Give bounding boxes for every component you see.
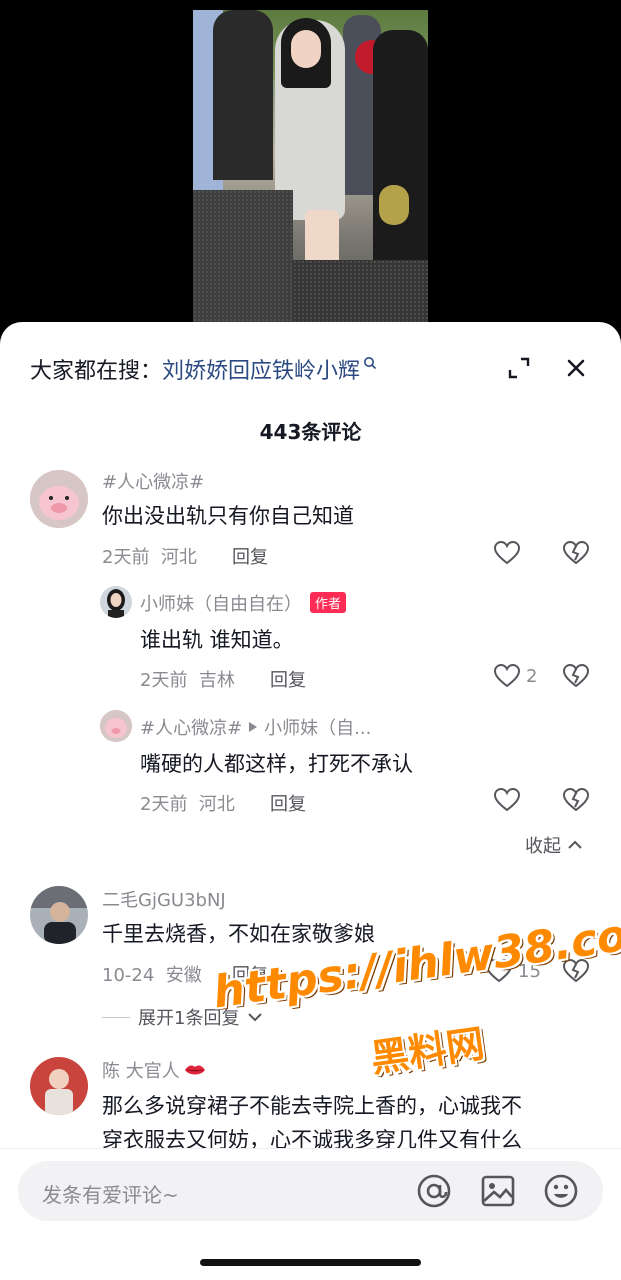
comment-meta: 2天前 河北	[140, 790, 235, 816]
comment-text[interactable]: 你出没出轨只有你自己知道	[102, 500, 354, 530]
heart-icon	[494, 664, 520, 688]
reply-to-username[interactable]: 小师妹（自...	[264, 714, 371, 740]
image-icon[interactable]	[480, 1173, 516, 1209]
comment-time: 2天前	[140, 670, 188, 691]
user-avatar-icon	[30, 1057, 88, 1115]
comment-input[interactable]: 发条有爱评论~	[18, 1161, 603, 1221]
pig-avatar-icon	[100, 710, 132, 742]
search-suggestion[interactable]: 大家都在搜： 刘娇娇回应铁岭小辉	[30, 352, 377, 386]
video-stone	[293, 260, 428, 330]
heart-icon	[494, 788, 520, 812]
comment-sheet: 大家都在搜： 刘娇娇回应铁岭小辉 443条评论 #人心微凉# 你出没出轨只有你自…	[0, 322, 621, 1280]
user-avatar-icon	[30, 886, 88, 944]
comment-username[interactable]: #人心微凉#	[102, 468, 204, 494]
reply-username[interactable]: 小师妹（自由自在） 作者	[140, 590, 347, 616]
comment-meta: 2天前 吉林	[140, 666, 235, 692]
comment-location: 安徽	[165, 965, 202, 986]
dislike-button[interactable]	[562, 787, 590, 816]
like-button[interactable]: 2	[494, 664, 537, 688]
comment-location: 吉林	[198, 670, 235, 691]
comment-username[interactable]: 二毛GjGU3bNJ	[102, 886, 226, 912]
expand-icon[interactable]	[503, 352, 535, 384]
search-icon	[364, 357, 377, 370]
like-button[interactable]	[494, 788, 526, 812]
play-arrow-icon	[249, 722, 258, 732]
search-term-link[interactable]: 刘娇娇回应铁岭小辉	[162, 353, 360, 385]
reply-text[interactable]: 嘴硬的人都这样，打死不承认	[140, 748, 413, 778]
reply-username[interactable]: #人心微凉# 小师妹（自...	[140, 714, 371, 740]
comment-text[interactable]: 千里去烧香，不如在家敬爹娘	[102, 918, 375, 948]
reply-button[interactable]: 回复	[232, 543, 268, 569]
home-indicator[interactable]	[200, 1259, 421, 1266]
video-person	[213, 10, 273, 180]
heart-icon	[494, 541, 520, 565]
comment-count: 443条评论	[259, 420, 362, 444]
comment-text-line[interactable]: 那么多说穿裙子不能去寺院上香的，心诚我不	[102, 1090, 522, 1120]
avatar[interactable]	[30, 886, 88, 944]
comment-username-text[interactable]: 陈 大官人	[102, 1057, 180, 1083]
reply-button[interactable]: 回复	[270, 666, 306, 692]
reply-username-text[interactable]: 小师妹（自由自在）	[140, 594, 302, 615]
avatar[interactable]	[30, 1057, 88, 1115]
comment-input-placeholder[interactable]: 发条有爱评论~	[42, 1179, 179, 1208]
comment-time: 2天前	[102, 547, 150, 568]
avatar[interactable]	[100, 586, 132, 618]
watermark: https://ihlw38.com 黑料网	[210, 904, 621, 1081]
comment-meta: 2天前 河北	[102, 543, 197, 569]
video-person	[291, 30, 321, 68]
comment-location: 河北	[198, 794, 235, 815]
at-mention-icon[interactable]	[416, 1173, 452, 1209]
pig-avatar-icon	[30, 470, 88, 528]
video-stone	[193, 190, 293, 330]
dislike-button[interactable]	[562, 540, 590, 569]
collapse-replies-button[interactable]: 收起	[525, 832, 583, 858]
comment-meta: 10-24 安徽	[102, 961, 202, 987]
reply-username-text[interactable]: #人心微凉#	[140, 714, 242, 740]
broken-heart-icon	[562, 663, 590, 688]
expand-divider	[102, 1016, 130, 1018]
video-bag	[379, 185, 409, 225]
video-person	[373, 30, 428, 290]
video-thumbnail[interactable]	[193, 10, 428, 330]
avatar[interactable]	[100, 710, 132, 742]
avatar[interactable]	[30, 470, 88, 528]
reply-text[interactable]: 谁出轨 谁知道。	[140, 624, 294, 654]
comment-time: 10-24	[102, 965, 155, 986]
lips-icon	[184, 1065, 205, 1075]
user-avatar-icon	[100, 586, 132, 618]
broken-heart-icon	[562, 540, 590, 565]
close-icon[interactable]	[560, 352, 592, 384]
broken-heart-icon	[562, 787, 590, 812]
collapse-label: 收起	[525, 836, 561, 857]
dislike-button[interactable]	[562, 663, 590, 692]
author-badge: 作者	[310, 592, 347, 613]
comment-location: 河北	[160, 547, 197, 568]
comment-time: 2天前	[140, 794, 188, 815]
like-button[interactable]	[494, 541, 526, 565]
reply-button[interactable]: 回复	[270, 790, 306, 816]
watermark-label: 黑料网	[367, 1021, 488, 1081]
emoji-icon[interactable]	[543, 1173, 579, 1209]
comment-username[interactable]: 陈 大官人	[102, 1057, 206, 1083]
chevron-up-icon	[568, 840, 582, 849]
video-player[interactable]	[0, 0, 621, 340]
search-prefix: 大家都在搜：	[30, 359, 163, 384]
like-count: 2	[526, 665, 538, 687]
